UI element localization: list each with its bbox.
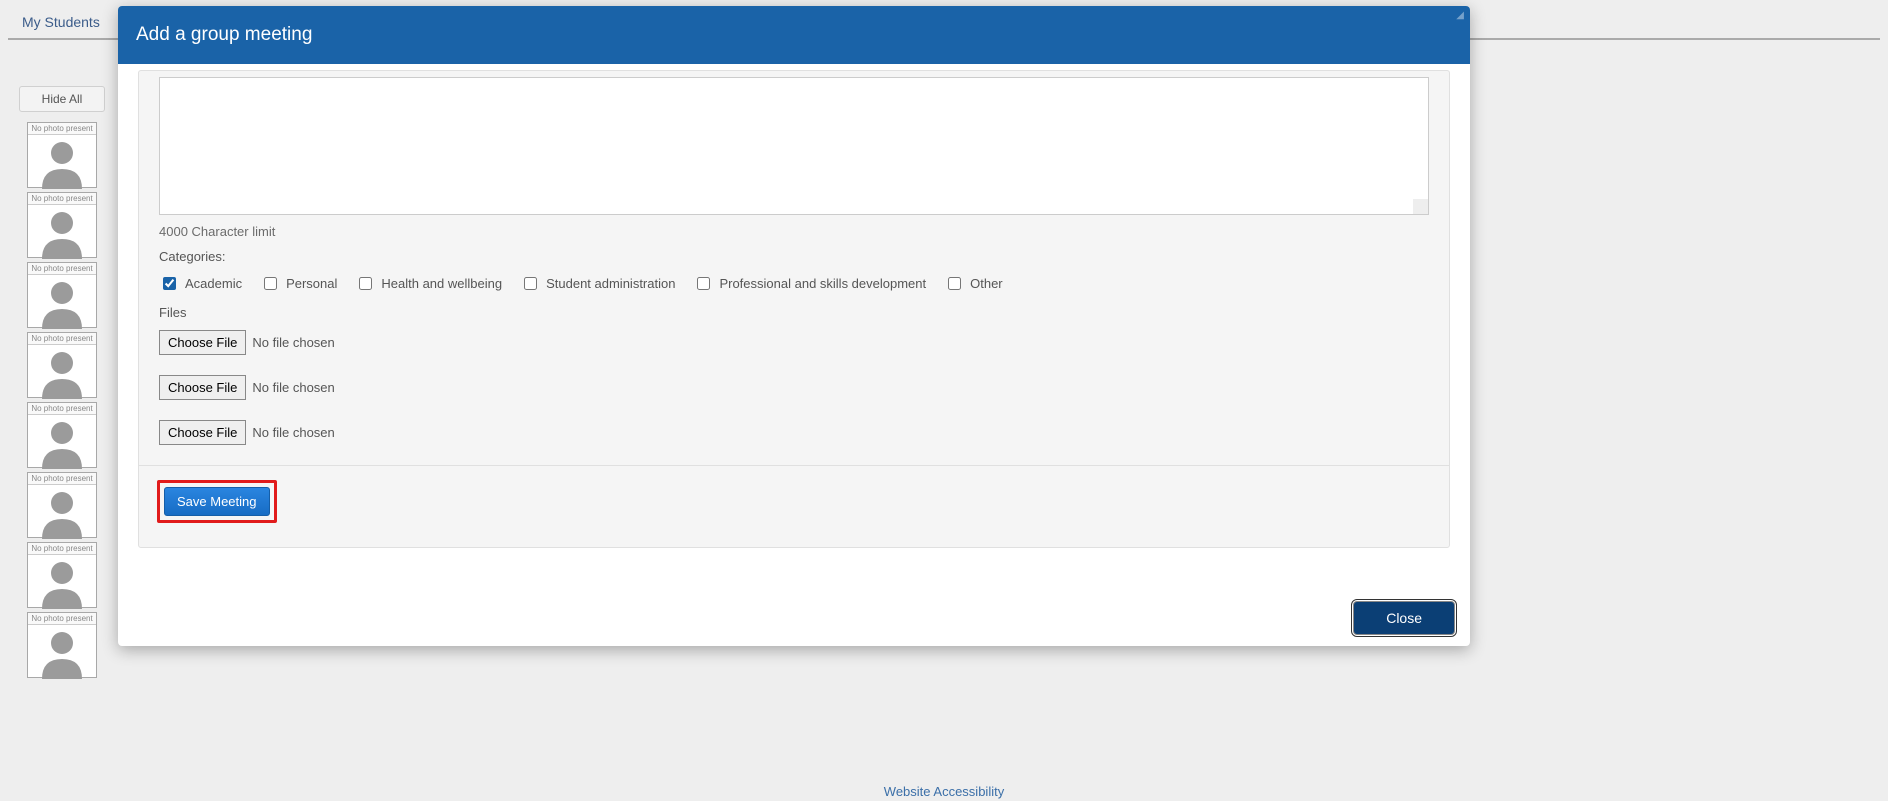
save-row: Save Meeting <box>139 465 1449 537</box>
close-button[interactable]: Close <box>1354 602 1454 634</box>
files-label: Files <box>159 305 1429 320</box>
save-button-highlight: Save Meeting <box>157 480 277 523</box>
modal-footer: Close <box>118 589 1470 646</box>
choose-file-button-1[interactable]: Choose File <box>159 330 246 355</box>
category-other-label: Other <box>970 276 1003 291</box>
category-professional-skills-checkbox[interactable] <box>697 277 710 290</box>
category-personal[interactable]: Personal <box>260 274 337 293</box>
categories-row: Academic Personal Health and wellbeing <box>159 274 1429 293</box>
category-other[interactable]: Other <box>944 274 1003 293</box>
category-academic[interactable]: Academic <box>159 274 242 293</box>
category-health-wellbeing-label: Health and wellbeing <box>381 276 502 291</box>
add-group-meeting-modal: Add a group meeting ◢ 4000 Character lim… <box>118 6 1470 646</box>
category-academic-checkbox[interactable] <box>163 277 176 290</box>
resize-icon[interactable]: ◢ <box>1456 10 1464 21</box>
category-personal-label: Personal <box>286 276 337 291</box>
category-health-wellbeing[interactable]: Health and wellbeing <box>355 274 502 293</box>
category-personal-checkbox[interactable] <box>264 277 277 290</box>
category-student-administration-label: Student administration <box>546 276 675 291</box>
character-limit-label: 4000 Character limit <box>159 224 1429 239</box>
category-student-administration[interactable]: Student administration <box>520 274 675 293</box>
choose-file-button-3[interactable]: Choose File <box>159 420 246 445</box>
file-row-2: Choose File No file chosen <box>159 375 1429 400</box>
file-row-3: Choose File No file chosen <box>159 420 1429 445</box>
modal-body[interactable]: 4000 Character limit Categories: Academi… <box>118 64 1470 589</box>
modal-header: Add a group meeting ◢ <box>118 6 1470 64</box>
save-meeting-button[interactable]: Save Meeting <box>164 487 270 516</box>
file-status-2: No file chosen <box>252 380 334 395</box>
category-student-administration-checkbox[interactable] <box>524 277 537 290</box>
form-panel: 4000 Character limit Categories: Academi… <box>138 70 1450 548</box>
meeting-notes-textarea[interactable] <box>159 77 1429 215</box>
file-row-1: Choose File No file chosen <box>159 330 1429 355</box>
category-other-checkbox[interactable] <box>948 277 961 290</box>
category-health-wellbeing-checkbox[interactable] <box>359 277 372 290</box>
choose-file-button-2[interactable]: Choose File <box>159 375 246 400</box>
file-status-1: No file chosen <box>252 335 334 350</box>
category-academic-label: Academic <box>185 276 242 291</box>
modal-title: Add a group meeting <box>136 24 312 45</box>
file-status-3: No file chosen <box>252 425 334 440</box>
categories-label: Categories: <box>159 249 1429 264</box>
category-professional-skills-label: Professional and skills development <box>719 276 926 291</box>
category-professional-skills[interactable]: Professional and skills development <box>693 274 926 293</box>
